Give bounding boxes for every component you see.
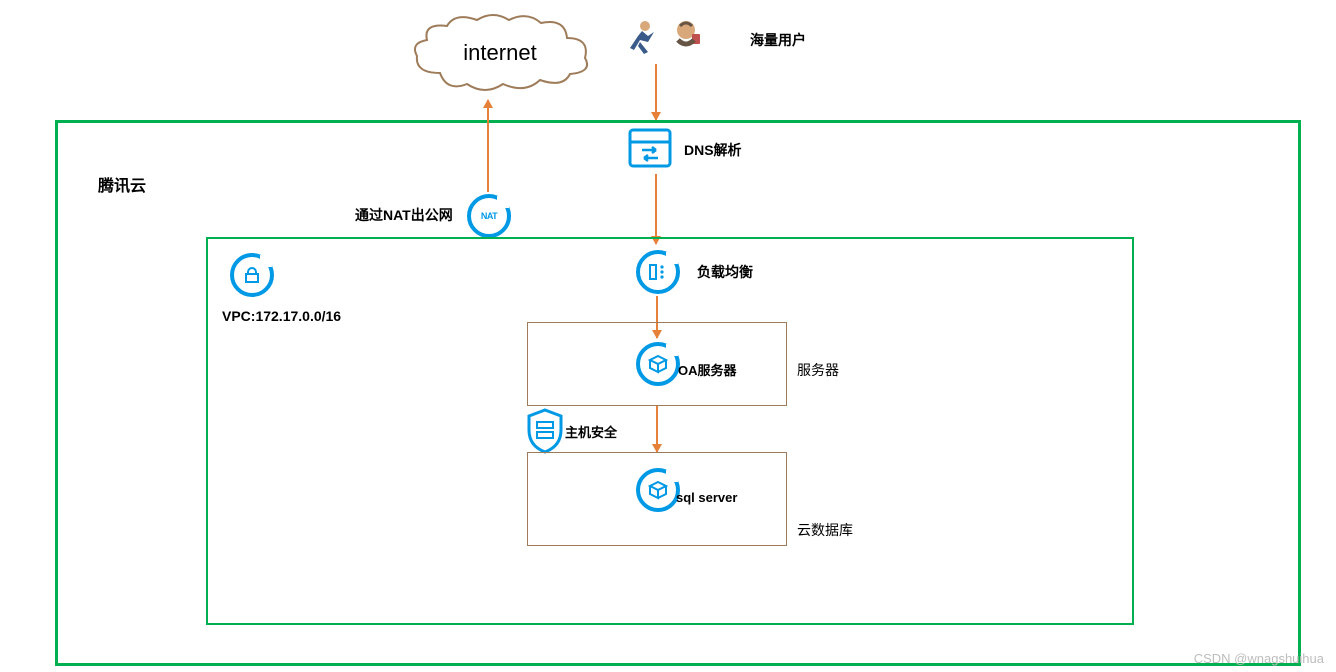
- oa-server-label: OA服务器: [678, 360, 737, 379]
- host-security-label: 主机安全: [565, 422, 617, 441]
- arrow-nat-to-internet: [487, 100, 489, 192]
- db-icon-wrap: [636, 468, 680, 512]
- vpc-label: VPC:172.17.0.0/16: [222, 308, 341, 324]
- arrow-oa-to-db: [656, 406, 658, 452]
- vpc-lock-icon-wrap: [230, 253, 274, 297]
- person-with-cup-icon: [666, 18, 706, 58]
- lb-icon-wrap: [636, 250, 680, 294]
- lb-label: 负载均衡: [697, 262, 753, 282]
- nat-icon: NAT: [467, 194, 511, 238]
- cube-icon: [636, 342, 680, 386]
- watermark: CSDN @wnagshuihua: [1194, 651, 1324, 666]
- load-balancer-icon: [636, 250, 680, 294]
- nat-icon-wrap: NAT: [467, 194, 511, 238]
- dns-icon: [628, 128, 672, 171]
- server-box-label: 服务器: [797, 360, 839, 380]
- sql-server-label: sql server: [676, 490, 737, 505]
- users-icons: [620, 16, 730, 60]
- nat-label: 通过NAT出公网: [355, 205, 453, 225]
- nat-icon-text: NAT: [481, 211, 497, 221]
- oa-icon-wrap: [636, 342, 680, 386]
- arrow-dns-to-lb: [655, 174, 657, 244]
- db-box-label: 云数据库: [797, 520, 853, 540]
- dns-label: DNS解析: [684, 140, 742, 160]
- host-security-icon: [525, 408, 565, 457]
- running-person-icon: [620, 18, 660, 58]
- lock-icon: [230, 253, 274, 297]
- internet-label: internet: [405, 8, 595, 98]
- vpc-box: [206, 237, 1134, 625]
- arrow-users-to-dns: [655, 64, 657, 120]
- internet-cloud: internet: [405, 8, 595, 98]
- users-label: 海量用户: [750, 30, 806, 50]
- tencent-cloud-label: 腾讯云: [98, 172, 146, 196]
- cube-icon: [636, 468, 680, 512]
